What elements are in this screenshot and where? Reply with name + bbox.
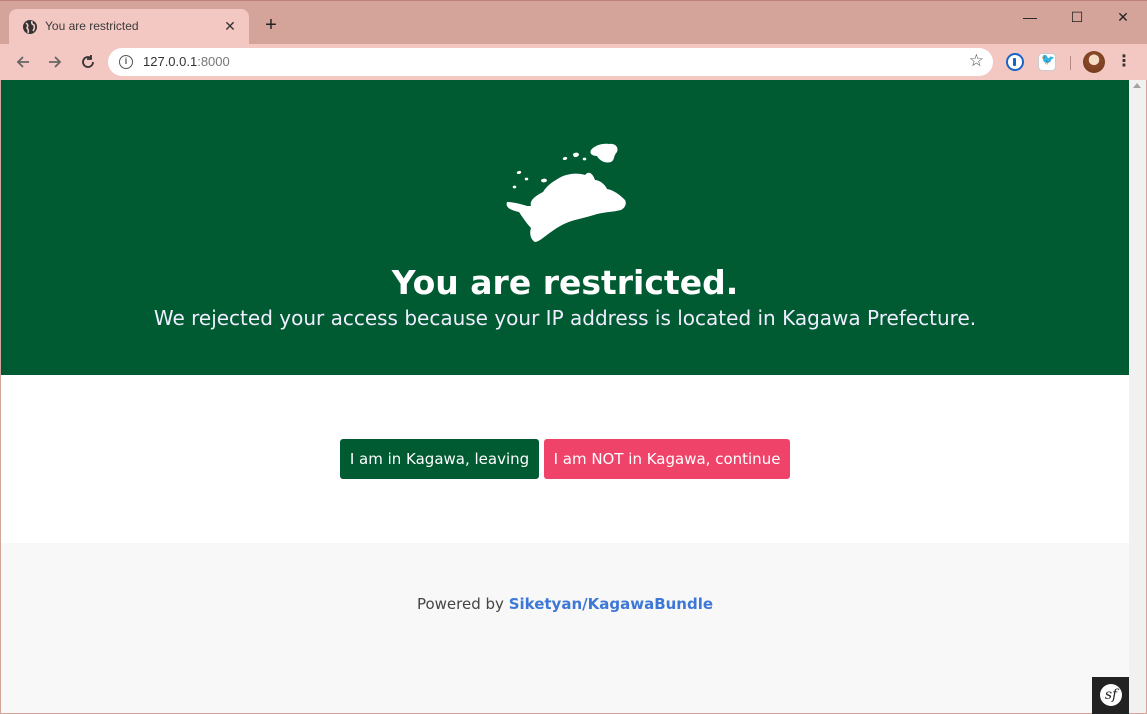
reload-icon	[82, 55, 94, 68]
new-tab-button[interactable]: +	[260, 14, 282, 36]
maximize-button[interactable]: ☐	[1057, 5, 1097, 29]
url-text[interactable]: 127.0.0.1:8000	[143, 54, 230, 69]
minimize-button[interactable]: —	[1010, 5, 1050, 29]
scroll-up-icon[interactable]	[1133, 83, 1141, 88]
back-arrow-icon	[16, 56, 29, 68]
kebab-menu-icon[interactable]: ⋮	[1116, 50, 1132, 74]
leave-button[interactable]: I am in Kagawa, leaving	[340, 439, 539, 479]
restriction-banner: You are restricted. We rejected your acc…	[1, 80, 1129, 375]
info-icon[interactable]: i	[119, 55, 133, 69]
symfony-logo-icon: sf	[1100, 684, 1122, 706]
symfony-debug-toolbar[interactable]: sf	[1092, 677, 1129, 714]
browser-toolbar: i 127.0.0.1:8000 ☆ ⋮	[0, 44, 1147, 80]
page-subtitle: We rejected your access because your IP …	[153, 306, 977, 330]
toolbar-divider	[1070, 56, 1071, 70]
star-icon[interactable]: ☆	[969, 51, 984, 71]
page-title: You are restricted.	[391, 263, 739, 302]
actions-section: I am in Kagawa, leaving I am NOT in Kaga…	[1, 375, 1129, 543]
browser-titlebar: You are restricted ✕ + — ☐ ✕	[0, 0, 1147, 46]
reload-button[interactable]	[76, 50, 100, 74]
kagawa-map-icon	[506, 143, 626, 242]
footer: Powered by Siketyan/KagawaBundle	[1, 543, 1129, 713]
twitter-extension-icon[interactable]	[1038, 53, 1056, 71]
close-window-button[interactable]: ✕	[1103, 5, 1143, 29]
vertical-scrollbar[interactable]	[1129, 80, 1146, 713]
forward-button[interactable]	[43, 50, 67, 74]
powered-by-text: Powered by Siketyan/KagawaBundle	[1, 595, 1129, 613]
1password-extension-icon[interactable]	[1006, 53, 1024, 71]
address-bar[interactable]: i 127.0.0.1:8000 ☆	[108, 48, 993, 76]
forward-arrow-icon	[49, 56, 62, 68]
page-viewport: You are restricted. We rejected your acc…	[1, 80, 1129, 713]
profile-avatar[interactable]	[1083, 51, 1105, 73]
kagawabundle-link[interactable]: Siketyan/KagawaBundle	[509, 595, 713, 613]
tab-title: You are restricted	[45, 19, 139, 33]
continue-button[interactable]: I am NOT in Kagawa, continue	[544, 439, 790, 479]
tab-close-icon[interactable]: ✕	[221, 17, 239, 35]
back-button[interactable]	[11, 50, 35, 74]
globe-icon	[23, 20, 37, 34]
browser-tab[interactable]: You are restricted ✕	[9, 9, 249, 46]
powered-by-prefix: Powered by	[416, 595, 504, 613]
